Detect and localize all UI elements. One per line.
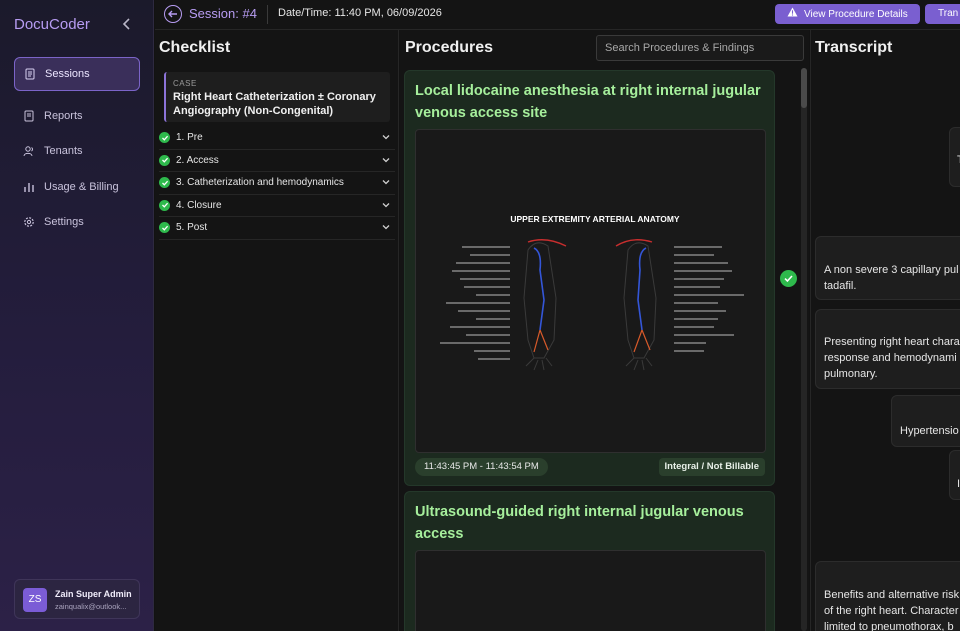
billing-status-badge: Integral / Not Billable — [658, 458, 765, 476]
transcript-bubble: Benefits and alternative risk of the rig… — [815, 561, 960, 631]
checklist-item-closure[interactable]: 4. Closure — [159, 195, 395, 217]
sidebar-item-reports[interactable]: Reports — [14, 99, 140, 133]
procedures-title: Procedures — [405, 39, 494, 56]
view-procedure-details-button[interactable]: View Procedure Details — [775, 4, 920, 24]
gear-icon — [23, 216, 35, 228]
chevron-down-icon[interactable] — [381, 222, 391, 232]
document-icon — [24, 68, 36, 80]
check-circle-icon — [159, 132, 170, 144]
check-circle-icon — [159, 177, 170, 189]
procedure-title: Ultrasound-guided right internal jugular… — [415, 504, 744, 542]
procedure-time-badge: 11:43:45 PM - 11:43:54 PM — [415, 458, 548, 476]
checklist-item-catheterization[interactable]: 3. Catheterization and hemodynamics — [159, 172, 395, 195]
view-procedure-details-label: View Procedure Details — [804, 9, 908, 20]
sidebar-item-label: Usage & Billing — [44, 180, 119, 193]
transcript-bubble: A non severe 3 capillary pul tadafil. — [815, 236, 960, 300]
chevron-down-icon[interactable] — [381, 155, 391, 165]
sidebar-item-settings[interactable]: Settings — [14, 205, 140, 239]
back-button[interactable] — [164, 5, 182, 23]
chevron-down-icon[interactable] — [381, 177, 391, 187]
transcript-bubble: Presenting right heart chara response an… — [815, 309, 960, 389]
user-menu[interactable]: ZS Zain Super Admin zainqualix@outlook..… — [14, 579, 140, 619]
procedure-title: Local lidocaine anesthesia at right inte… — [415, 83, 761, 121]
sidebar-item-sessions[interactable]: Sessions — [14, 57, 140, 91]
sidebar-item-label: Reports — [44, 109, 83, 122]
sidebar-item-label: Sessions — [45, 68, 90, 80]
sidebar: DocuCoder Sessions Reports Tenants Usage… — [0, 0, 154, 631]
case-label: CASE — [173, 79, 197, 88]
bar-chart-icon — [23, 181, 35, 193]
transcript-bubble: T — [949, 127, 960, 187]
arrow-left-icon — [168, 10, 177, 18]
sidebar-item-tenants[interactable]: Tenants — [14, 134, 140, 168]
checklist-item-access[interactable]: 2. Access — [159, 150, 395, 172]
collapse-sidebar-icon[interactable] — [120, 16, 134, 32]
procedures-scrollbar[interactable] — [801, 68, 807, 631]
transcript-title: Transcript — [815, 39, 893, 56]
transcript-bubble: I — [949, 450, 960, 500]
user-email: zainqualix@outlook... — [55, 602, 127, 611]
anatomy-image: UPPER EXTREMITY ARTERIAL ANATOMY — [415, 129, 766, 453]
chevron-down-icon[interactable] — [381, 200, 391, 210]
transcript-button[interactable]: Tran — [925, 4, 960, 24]
procedure-card[interactable]: Local lidocaine anesthesia at right inte… — [404, 70, 775, 486]
procedure-image — [415, 550, 766, 631]
check-circle-icon — [159, 154, 170, 166]
checklist-item-pre[interactable]: 1. Pre — [159, 127, 395, 150]
brand-logo: DocuCoder — [14, 16, 90, 33]
sidebar-item-label: Tenants — [44, 145, 83, 157]
check-circle-icon — [159, 222, 170, 234]
checklist-item-post[interactable]: 5. Post — [159, 217, 395, 240]
procedures-panel: Procedures Local lidocaine anesthesia at… — [400, 30, 809, 631]
transcript-panel: Transcript T A non severe 3 capillary pu… — [810, 30, 960, 631]
search-input[interactable] — [596, 35, 804, 61]
checklist-item-label: 1. Pre — [176, 132, 203, 144]
checklist-title: Checklist — [159, 39, 231, 56]
case-card: CASE Right Heart Catheterization ± Coron… — [164, 72, 390, 122]
checklist-item-label: 3. Catheterization and hemodynamics — [176, 177, 344, 189]
users-icon — [23, 145, 35, 157]
checklist-item-label: 4. Closure — [176, 199, 222, 211]
check-circle-icon — [159, 199, 170, 211]
case-title: Right Heart Catheterization ± Coronary A… — [173, 91, 376, 117]
check-circle-icon — [780, 270, 797, 287]
session-title: Session: #4 — [189, 6, 257, 21]
sidebar-item-label: Settings — [44, 216, 84, 228]
app-root: DocuCoder Sessions Reports Tenants Usage… — [0, 0, 960, 631]
arm-anatomy-illustration: UPPER EXTREMITY ARTERIAL ANATOMY — [440, 214, 744, 371]
checklist-item-label: 2. Access — [176, 154, 219, 166]
sidebar-item-usage-billing[interactable]: Usage & Billing — [14, 170, 140, 204]
checklist-list: 1. Pre 2. Access 3. Catheterization and … — [159, 127, 395, 240]
avatar: ZS — [23, 588, 47, 612]
report-icon — [23, 110, 35, 122]
warning-icon — [787, 4, 798, 24]
scrollbar-thumb[interactable] — [801, 68, 807, 108]
sidebar-nav: Sessions Reports Tenants Usage & Billing — [14, 57, 140, 241]
top-header: Session: #4 Date/Time: 11:40 PM, 06/09/2… — [155, 0, 960, 30]
checklist-item-label: 5. Post — [176, 222, 208, 234]
procedure-card[interactable]: Ultrasound-guided right internal jugular… — [404, 491, 775, 631]
checklist-panel: Checklist CASE Right Heart Catheterizati… — [155, 30, 399, 631]
transcript-bubble: Hypertensio — [891, 395, 960, 447]
image-title: UPPER EXTREMITY ARTERIAL ANATOMY — [510, 214, 680, 224]
user-name: Zain Super Admin — [55, 589, 132, 599]
header-divider — [267, 5, 268, 24]
chevron-down-icon[interactable] — [381, 132, 391, 142]
session-datetime: Date/Time: 11:40 PM, 06/09/2026 — [278, 7, 442, 19]
